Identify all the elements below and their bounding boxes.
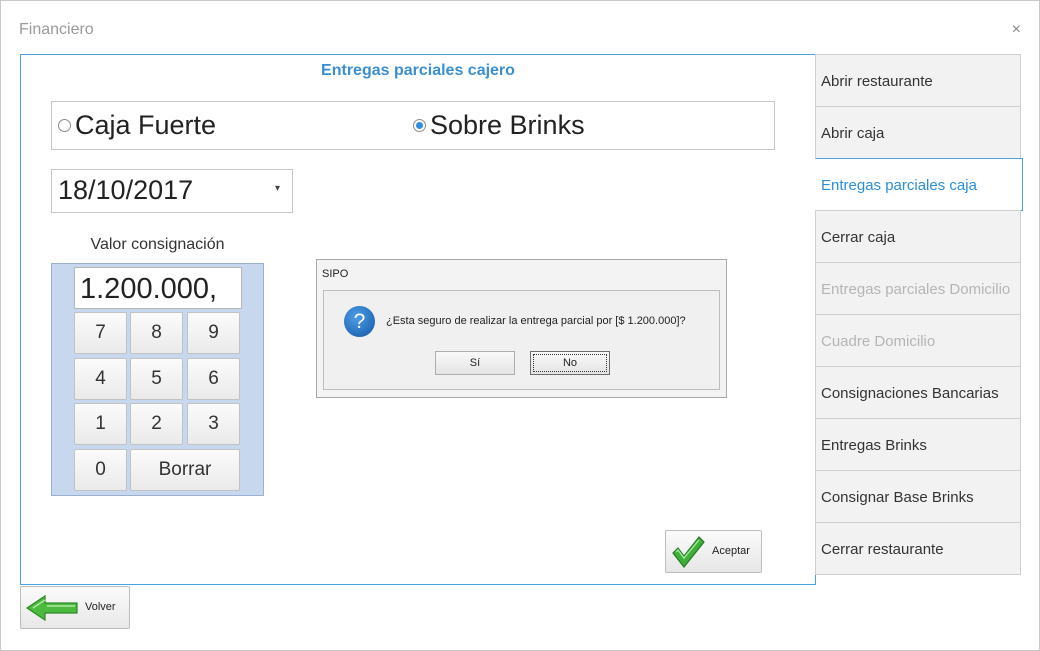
sidebar-item-consignaciones-bancarias[interactable]: Consignaciones Bancarias bbox=[815, 366, 1021, 419]
radio-circle-icon[interactable] bbox=[58, 119, 71, 132]
key-9[interactable]: 9 bbox=[187, 312, 240, 354]
no-button[interactable]: No bbox=[530, 351, 610, 375]
sidebar-item-abrir-caja[interactable]: Abrir caja bbox=[815, 106, 1021, 159]
confirm-dialog: SIPO ? ¿Esta seguro de realizar la entre… bbox=[316, 259, 727, 398]
key-0[interactable]: 0 bbox=[74, 449, 127, 491]
keypad-label: Valor consignación bbox=[90, 236, 225, 253]
sidebar-item-consignar-base-brinks[interactable]: Consignar Base Brinks bbox=[815, 470, 1021, 523]
radio-checked-icon[interactable] bbox=[413, 119, 426, 132]
back-label: Volver bbox=[85, 601, 116, 613]
dialog-message: ¿Esta seguro de realizar la entrega parc… bbox=[386, 315, 686, 327]
sidebar-item-abrir-restaurante[interactable]: Abrir restaurante bbox=[815, 54, 1021, 107]
key-1[interactable]: 1 bbox=[74, 403, 127, 445]
sidebar-item-cerrar-restaurante[interactable]: Cerrar restaurante bbox=[815, 522, 1021, 575]
borrar-button[interactable]: Borrar bbox=[130, 449, 240, 491]
amount-input[interactable]: 1.200.000, bbox=[74, 267, 242, 309]
accept-label: Aceptar bbox=[712, 545, 750, 557]
back-button[interactable]: Volver bbox=[20, 586, 130, 629]
radio-label: Sobre Brinks bbox=[430, 110, 585, 140]
sidebar-item-entregas-parciales-domicilio: Entregas parciales Domicilio bbox=[815, 262, 1021, 315]
close-icon[interactable]: × bbox=[1012, 21, 1021, 39]
date-value: 18/10/2017 bbox=[58, 175, 194, 205]
date-picker[interactable]: 18/10/2017 ▾ bbox=[51, 169, 293, 213]
key-6[interactable]: 6 bbox=[187, 358, 240, 400]
yes-button[interactable]: Sí bbox=[435, 351, 515, 375]
sidebar-item-entregas-brinks[interactable]: Entregas Brinks bbox=[815, 418, 1021, 471]
deposit-type-radio-group: Caja Fuerte Sobre Brinks bbox=[51, 101, 775, 150]
key-7[interactable]: 7 bbox=[74, 312, 127, 354]
numeric-keypad: 1.200.000, 7 8 9 4 5 6 1 2 3 0 Borrar bbox=[51, 263, 264, 496]
key-2[interactable]: 2 bbox=[130, 403, 183, 445]
accept-button[interactable]: Aceptar bbox=[665, 530, 762, 573]
dialog-body: ? ¿Esta seguro de realizar la entrega pa… bbox=[323, 290, 720, 390]
window-title: Financiero bbox=[19, 21, 94, 38]
key-3[interactable]: 3 bbox=[187, 403, 240, 445]
chevron-down-icon[interactable]: ▾ bbox=[275, 183, 280, 194]
dialog-title: SIPO bbox=[322, 268, 349, 280]
back-arrow-icon bbox=[25, 595, 78, 621]
sidebar-item-cerrar-caja[interactable]: Cerrar caja bbox=[815, 210, 1021, 263]
question-icon: ? bbox=[344, 306, 375, 337]
financiero-window: Financiero × Entregas parciales cajero C… bbox=[0, 0, 1040, 651]
radio-caja-fuerte[interactable]: Caja Fuerte bbox=[58, 110, 216, 141]
checkmark-icon bbox=[672, 536, 705, 568]
key-5[interactable]: 5 bbox=[130, 358, 183, 400]
sidebar-item-entregas-parciales-caja[interactable]: Entregas parciales caja bbox=[815, 158, 1023, 211]
panel-title: Entregas parciales cajero bbox=[321, 62, 515, 79]
sidebar-item-cuadre-domicilio: Cuadre Domicilio bbox=[815, 314, 1021, 367]
key-8[interactable]: 8 bbox=[130, 312, 183, 354]
key-4[interactable]: 4 bbox=[74, 358, 127, 400]
radio-sobre-brinks[interactable]: Sobre Brinks bbox=[413, 110, 585, 141]
main-panel: Entregas parciales cajero Caja Fuerte So… bbox=[20, 54, 816, 585]
radio-label: Caja Fuerte bbox=[75, 110, 217, 140]
